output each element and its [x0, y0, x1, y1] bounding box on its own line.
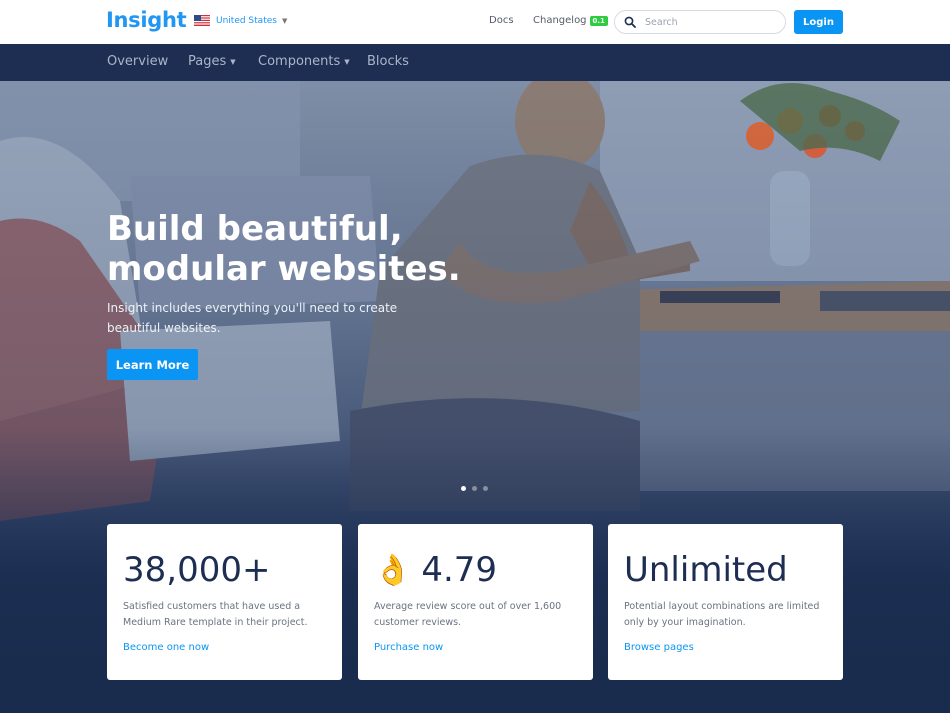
stat-number: 38,000+	[123, 550, 271, 590]
carousel-dot-2[interactable]	[472, 486, 477, 491]
hero-title-line-1: Build beautiful,	[107, 209, 403, 249]
login-button[interactable]: Login	[794, 10, 843, 34]
stat-value: Unlimited	[624, 550, 788, 590]
nav-item-pages[interactable]: Pages ▼	[188, 54, 236, 69]
stat-card-reviews: 👌 4.79 Average review score out of over …	[358, 524, 593, 680]
learn-more-button[interactable]: Learn More	[107, 349, 198, 380]
chevron-down-icon: ▼	[281, 16, 288, 25]
top-header: Insight United States ▼ Docs Changelog 0…	[0, 0, 950, 44]
stat-card-layouts: Unlimited Potential layout combinations …	[608, 524, 843, 680]
logo[interactable]: Insight	[106, 8, 187, 32]
ok-hand-icon: 👌	[374, 552, 412, 588]
search-input[interactable]	[645, 16, 775, 28]
locale-label: United States	[216, 15, 277, 26]
purchase-now-link[interactable]: Purchase now	[374, 642, 443, 653]
nav-item-label: Components	[258, 54, 341, 69]
stat-description: Average review score out of over 1,600 c…	[374, 601, 562, 628]
search-box[interactable]	[614, 10, 786, 34]
main-nav: Overview Pages ▼ Components ▼ Blocks	[0, 44, 950, 81]
changelog-link[interactable]: Changelog 0.1	[533, 15, 608, 26]
nav-item-overview[interactable]: Overview	[107, 54, 168, 69]
search-icon	[624, 16, 636, 28]
nav-item-components[interactable]: Components ▼	[258, 54, 350, 69]
hero-subtitle: Insight includes everything you'll need …	[107, 301, 398, 335]
stat-value: 38,000+	[123, 550, 270, 590]
chevron-down-icon: ▼	[230, 57, 236, 66]
stat-description: Satisfied customers that have used a Med…	[123, 601, 308, 628]
carousel-dot-1[interactable]	[461, 486, 466, 491]
nav-item-blocks[interactable]: Blocks	[367, 54, 409, 69]
nav-item-label: Overview	[107, 54, 169, 69]
nav-item-label: Pages	[188, 54, 227, 69]
us-flag-icon	[194, 15, 210, 26]
stat-description: Potential layout combinations are limite…	[624, 601, 820, 628]
version-badge: 0.1	[589, 15, 608, 26]
stat-value: 👌 4.79	[374, 550, 497, 590]
stat-card-customers: 38,000+ Satisfied customers that have us…	[107, 524, 342, 680]
stat-number: Unlimited	[624, 550, 788, 590]
locale-selector[interactable]: United States ▼	[194, 15, 287, 26]
hero-title: Build beautiful, modular websites.	[107, 209, 507, 289]
carousel-dot-3[interactable]	[483, 486, 488, 491]
docs-link[interactable]: Docs	[489, 15, 514, 26]
become-one-now-link[interactable]: Become one now	[123, 642, 209, 653]
carousel-indicators	[461, 486, 488, 491]
browse-pages-link[interactable]: Browse pages	[624, 642, 694, 653]
stat-number: 4.79	[421, 550, 498, 590]
chevron-down-icon: ▼	[344, 57, 350, 66]
changelog-label: Changelog	[533, 15, 587, 26]
nav-item-label: Blocks	[367, 54, 409, 69]
hero-title-line-2: modular websites.	[107, 249, 461, 289]
